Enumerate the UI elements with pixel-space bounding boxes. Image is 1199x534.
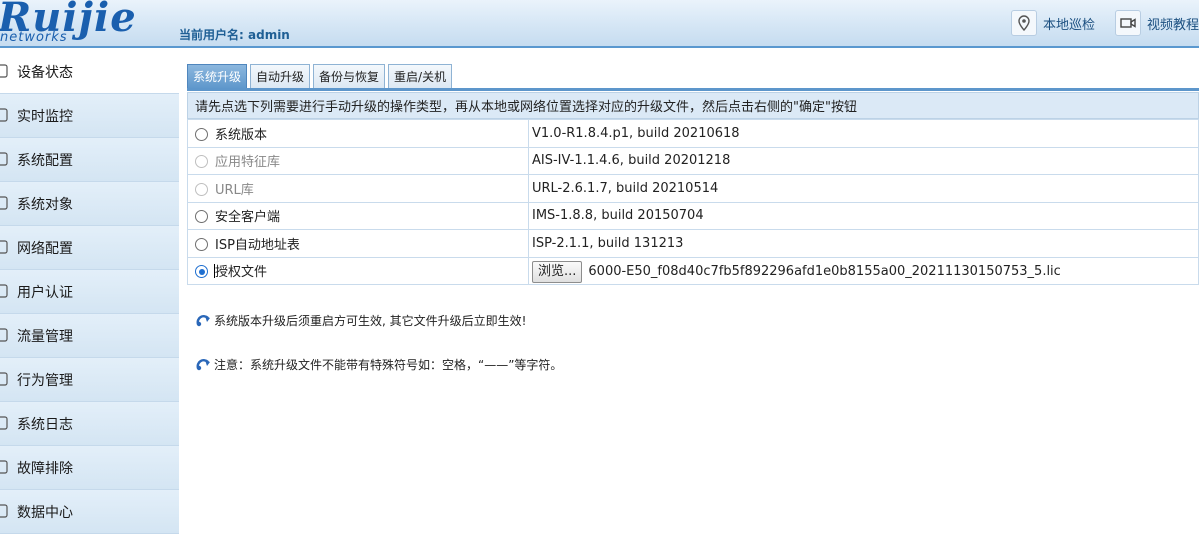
upgrade-type-label: 系统版本 <box>215 127 268 143</box>
upgrade-type-label: 授权文件 <box>215 265 268 281</box>
local-patrol-label: 本地巡检 <box>1043 17 1096 33</box>
version-value: URL-2.6.1.7, build 20210514 <box>532 180 719 196</box>
selected-file-name: 6000-E50_f08d40c7fb5f892296afd1e0b8155a0… <box>588 263 1061 279</box>
upgrade-row: ISP自动地址表 ISP-2.1.1, build 131213 <box>187 229 1199 258</box>
upgrade-type-radio[interactable] <box>195 127 208 141</box>
local-patrol-button[interactable]: 本地巡检 <box>1011 10 1095 36</box>
sidebar-item-label: 系统日志 <box>17 416 73 433</box>
arrow-hint-icon <box>196 358 210 370</box>
tab-underline <box>187 88 1199 91</box>
sidebar-item-label: 实时监控 <box>17 108 73 125</box>
upgrade-type-cell: ISP自动地址表 <box>187 229 529 258</box>
monitor-icon <box>0 108 8 122</box>
version-value: AIS-IV-1.1.4.6, build 20201218 <box>532 153 731 169</box>
tab-bar: 系统升级 自动升级 备份与恢复 重启/关机 <box>187 64 455 88</box>
version-value: V1.0-R1.8.4.p1, build 20210618 <box>532 125 740 141</box>
video-tutorial-button[interactable]: 视频教程 <box>1115 10 1199 36</box>
pencil-icon <box>0 196 8 210</box>
upgrade-value-cell: V1.0-R1.8.4.p1, build 20210618 <box>528 119 1199 148</box>
upgrade-value-cell: 浏览... 6000-E50_f08d40c7fb5f892296afd1e0b8… <box>528 256 1199 285</box>
upgrade-type-label: URL库 <box>215 182 254 198</box>
header-bar: Ruijie networks 当前用户名: admin 本地巡检 视频教程 <box>0 0 1199 48</box>
upgrade-value-cell: AIS-IV-1.1.4.6, build 20201218 <box>528 146 1199 175</box>
upgrade-value-cell: ISP-2.1.1, build 131213 <box>528 229 1199 258</box>
upgrade-type-radio[interactable] <box>195 237 208 251</box>
current-user-label: 当前用户名: <box>179 28 244 42</box>
sidebar-item[interactable]: 系统对象 <box>0 182 179 226</box>
instruction-banner: 请先点选下列需要进行手动升级的操作类型，再从本地或网络位置选择对应的升级文件，然… <box>187 92 1199 119</box>
version-value: ISP-2.1.1, build 131213 <box>532 235 684 251</box>
upgrade-row: 安全客户端 IMS-1.8.8, build 20150704 <box>187 201 1199 230</box>
upgrade-value-cell: IMS-1.8.8, build 20150704 <box>528 201 1199 230</box>
note-restart: 系统版本升级后须重启方可生效, 其它文件升级后立即生效! <box>196 312 526 329</box>
log-icon <box>0 416 8 430</box>
video-camera-icon <box>1115 10 1141 36</box>
tab[interactable]: 备份与恢复 <box>313 64 386 88</box>
upgrade-type-cell: URL库 <box>187 174 529 203</box>
video-tutorial-label: 视频教程 <box>1147 17 1199 33</box>
sidebar-item-label: 流量管理 <box>17 328 73 345</box>
location-pin-icon <box>1011 10 1037 36</box>
upgrade-table: 系统版本 V1.0-R1.8.4.p1, build 20210618 应用特征库 A… <box>187 119 1199 285</box>
note-filename: 注意：系统升级文件不能带有特殊符号如：空格，“——”等字符。 <box>196 356 562 373</box>
upgrade-type-cell: 系统版本 <box>187 119 529 148</box>
version-value: IMS-1.8.8, build 20150704 <box>532 208 704 224</box>
upgrade-type-cell: 应用特征库 <box>187 146 529 175</box>
user-card-icon <box>0 284 8 298</box>
upgrade-type-label: 安全客户端 <box>215 210 281 226</box>
current-user-name: admin <box>248 28 290 42</box>
sidebar-item-label: 故障排除 <box>17 460 73 477</box>
sidebar-item-label: 网络配置 <box>17 240 73 257</box>
upgrade-row: 授权文件 浏览... 6000-E50_f08d40c7fb5f892296afd1… <box>187 256 1199 285</box>
upgrade-row: 系统版本 V1.0-R1.8.4.p1, build 20210618 <box>187 119 1199 148</box>
upgrade-type-radio[interactable] <box>195 265 208 279</box>
tab[interactable]: 系统升级 <box>187 64 248 88</box>
current-user: 当前用户名: admin <box>179 26 290 43</box>
sidebar-item-label: 系统配置 <box>17 152 73 169</box>
ruijie-logo: Ruijie networks <box>0 0 160 46</box>
upgrade-row: URL库 URL-2.6.1.7, build 20210514 <box>187 174 1199 203</box>
note-filename-text: 注意：系统升级文件不能带有特殊符号如：空格，“——”等字符。 <box>214 358 563 372</box>
logo-subtext: networks <box>0 30 68 45</box>
sidebar-item[interactable]: 故障排除 <box>0 446 179 490</box>
sidebar-item-label: 用户认证 <box>17 284 73 301</box>
sidebar-item[interactable]: 设备状态 <box>0 50 179 94</box>
upgrade-value-cell: URL-2.6.1.7, build 20210514 <box>528 174 1199 203</box>
tab[interactable]: 自动升级 <box>250 64 311 88</box>
sidebar-item-label: 设备状态 <box>17 64 73 81</box>
sidebar-item[interactable]: 实时监控 <box>0 94 179 138</box>
note-restart-text: 系统版本升级后须重启方可生效, 其它文件升级后立即生效! <box>214 314 527 328</box>
gear-icon <box>0 152 8 166</box>
tab[interactable]: 重启/关机 <box>388 64 453 88</box>
sidebar-item[interactable]: 流量管理 <box>0 314 179 358</box>
upgrade-row: 应用特征库 AIS-IV-1.1.4.6, build 20201218 <box>187 146 1199 175</box>
upgrade-type-cell: 授权文件 <box>187 256 529 285</box>
sidebar-item-label: 行为管理 <box>17 372 73 389</box>
database-icon <box>0 504 8 518</box>
clipboard-icon <box>0 64 8 78</box>
browse-button[interactable]: 浏览... <box>532 260 583 283</box>
arrow-hint-icon <box>196 314 210 326</box>
behavior-icon <box>0 372 8 386</box>
sidebar-item[interactable]: 系统配置 <box>0 138 179 182</box>
troubleshoot-icon <box>0 460 8 474</box>
sidebar-item[interactable]: 行为管理 <box>0 358 179 402</box>
upgrade-type-label: 应用特征库 <box>215 155 281 171</box>
sidebar-item[interactable]: 用户认证 <box>0 270 179 314</box>
network-icon <box>0 240 8 254</box>
upgrade-type-label: ISP自动地址表 <box>215 237 300 253</box>
upgrade-type-cell: 安全客户端 <box>187 201 529 230</box>
upgrade-type-radio <box>195 155 208 169</box>
upgrade-type-radio[interactable] <box>195 210 208 224</box>
traffic-icon <box>0 328 8 342</box>
sidebar-item[interactable]: 数据中心 <box>0 490 179 534</box>
sidebar-item-label: 系统对象 <box>17 196 73 213</box>
sidebar-nav: 设备状态实时监控系统配置系统对象网络配置用户认证流量管理行为管理系统日志故障排除… <box>0 50 179 534</box>
upgrade-type-radio <box>195 182 208 196</box>
sidebar-item[interactable]: 网络配置 <box>0 226 179 270</box>
sidebar-item[interactable]: 系统日志 <box>0 402 179 446</box>
